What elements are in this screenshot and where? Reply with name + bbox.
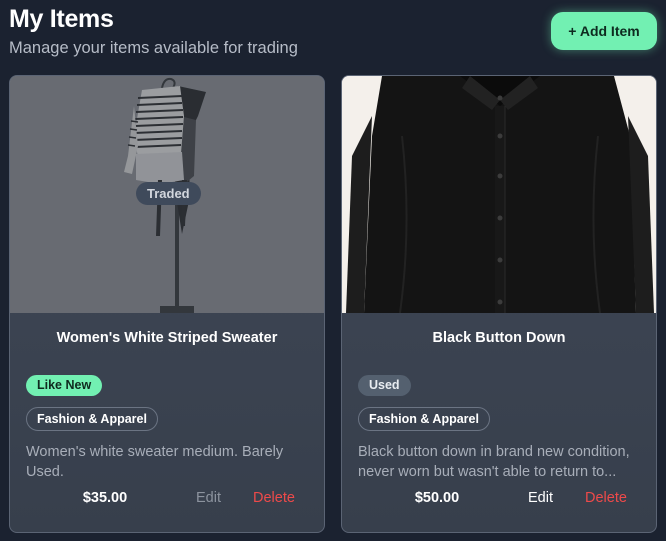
item-price: $35.00 <box>82 490 128 506</box>
item-description: Black button down in brand new condition… <box>358 444 630 480</box>
category-badge: Fashion & Apparel <box>26 407 158 431</box>
condition-badge: Used <box>358 375 411 396</box>
page-header: My Items Manage your items available for… <box>9 4 298 58</box>
item-card[interactable]: Traded Women's White Striped Sweater Lik… <box>9 75 325 533</box>
traded-status-badge: Traded <box>136 182 201 205</box>
item-card[interactable]: Black Button Down Used Fashion & Apparel… <box>341 75 657 533</box>
page-subtitle: Manage your items available for trading <box>9 39 298 57</box>
item-price: $50.00 <box>414 490 460 506</box>
delete-button[interactable]: Delete <box>253 490 295 506</box>
delete-button[interactable]: Delete <box>585 490 627 506</box>
item-image <box>342 76 656 313</box>
condition-badge: Like New <box>26 375 103 396</box>
item-title: Black Button Down <box>432 330 566 346</box>
item-title: Women's White Striped Sweater <box>56 330 278 346</box>
category-badge: Fashion & Apparel <box>358 407 490 431</box>
page-title: My Items <box>9 5 114 33</box>
edit-button[interactable]: Edit <box>196 490 221 506</box>
edit-button[interactable]: Edit <box>528 490 553 506</box>
black-shirt-image <box>342 76 656 313</box>
item-image: Traded <box>10 76 324 313</box>
add-item-button[interactable]: + Add Item <box>551 12 657 50</box>
item-description: Women's white sweater medium. Barely Use… <box>26 444 284 480</box>
